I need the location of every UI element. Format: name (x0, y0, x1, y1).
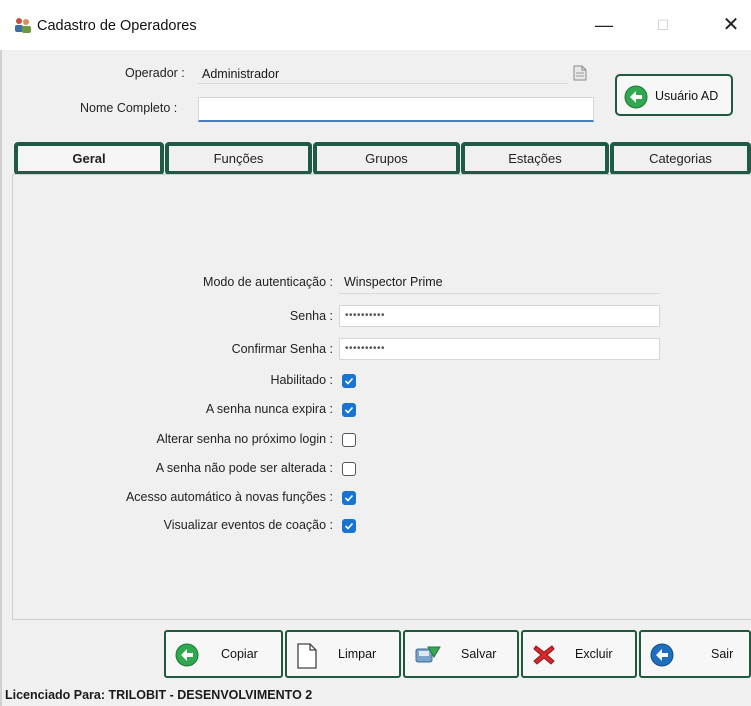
minimize-button[interactable]: — (586, 13, 622, 37)
blank-document-icon (296, 643, 318, 672)
checkmark-icon (344, 522, 354, 530)
eventos-coacao-checkbox[interactable] (342, 519, 356, 533)
license-footer: Licenciado Para: TRILOBIT - DESENVOLVIME… (5, 688, 313, 702)
delete-icon (532, 643, 556, 670)
excluir-label: Excluir (575, 647, 613, 661)
tab-funcoes[interactable]: Funções (165, 142, 312, 175)
senha-nunca-expira-label: A senha nunca expira : (205, 402, 333, 416)
usuario-ad-label: Usuário AD (655, 89, 719, 103)
salvar-label: Salvar (461, 647, 497, 661)
checkmark-icon (344, 377, 354, 385)
checkmark-icon (344, 494, 354, 502)
senha-nao-alterada-checkbox[interactable] (342, 462, 356, 476)
operador-field: Administrador (198, 64, 568, 84)
sair-button[interactable]: Sair (639, 630, 751, 678)
usuario-ad-button[interactable]: Usuário AD (615, 74, 733, 116)
eventos-coacao-label: Visualizar eventos de coação : (163, 518, 333, 532)
auth-mode-label: Modo de autenticação : (203, 275, 333, 289)
nome-completo-label: Nome Completo : (80, 101, 178, 115)
copiar-button[interactable]: Copiar (164, 630, 283, 678)
tab-estacoes[interactable]: Estações (461, 142, 609, 175)
confirmar-senha-input[interactable]: •••••••••• (339, 338, 660, 360)
sair-label: Sair (711, 647, 734, 661)
senha-input[interactable]: •••••••••• (339, 305, 660, 327)
habilitado-label: Habilitado : (270, 373, 333, 387)
save-icon (414, 643, 442, 670)
document-icon[interactable] (573, 65, 587, 81)
habilitado-checkbox[interactable] (342, 374, 356, 388)
operators-app-icon (14, 17, 32, 33)
window-edge (0, 0, 2, 706)
senha-label: Senha : (289, 309, 333, 323)
tab-grupos[interactable]: Grupos (313, 142, 460, 175)
maximize-button[interactable]: ☐ (645, 13, 681, 37)
tab-categorias[interactable]: Categorias (610, 142, 751, 175)
checkmark-icon (344, 406, 354, 414)
salvar-button[interactable]: Salvar (403, 630, 519, 678)
alterar-senha-label: Alterar senha no próximo login : (156, 432, 333, 446)
limpar-button[interactable]: Limpar (285, 630, 401, 678)
window-title: Cadastro de Operadores (37, 18, 197, 34)
operator-registration-window: Cadastro de Operadores — ☐ ✕ Operador : … (0, 0, 751, 706)
close-button[interactable]: ✕ (713, 13, 749, 37)
alterar-senha-checkbox[interactable] (342, 433, 356, 447)
title-bar: Cadastro de Operadores — ☐ ✕ (0, 0, 751, 50)
senha-nao-alterada-label: A senha não pode ser alterada : (155, 461, 333, 475)
tab-geral[interactable]: Geral (14, 142, 164, 175)
acesso-automatico-label: Acesso automático à novas funções : (125, 490, 333, 504)
green-arrow-icon (624, 85, 648, 112)
green-arrow-icon (175, 643, 199, 670)
operador-label: Operador : (125, 66, 185, 80)
confirmar-senha-label: Confirmar Senha : (231, 342, 333, 356)
copiar-label: Copiar (221, 647, 258, 661)
auth-mode-field: Winspector Prime (339, 272, 660, 294)
senha-nunca-expira-checkbox[interactable] (342, 403, 356, 417)
excluir-button[interactable]: Excluir (521, 630, 637, 678)
nome-completo-input[interactable] (198, 97, 594, 122)
limpar-label: Limpar (338, 647, 377, 661)
geral-tab-panel (12, 174, 751, 620)
blue-arrow-icon (650, 643, 674, 670)
acesso-automatico-checkbox[interactable] (342, 491, 356, 505)
